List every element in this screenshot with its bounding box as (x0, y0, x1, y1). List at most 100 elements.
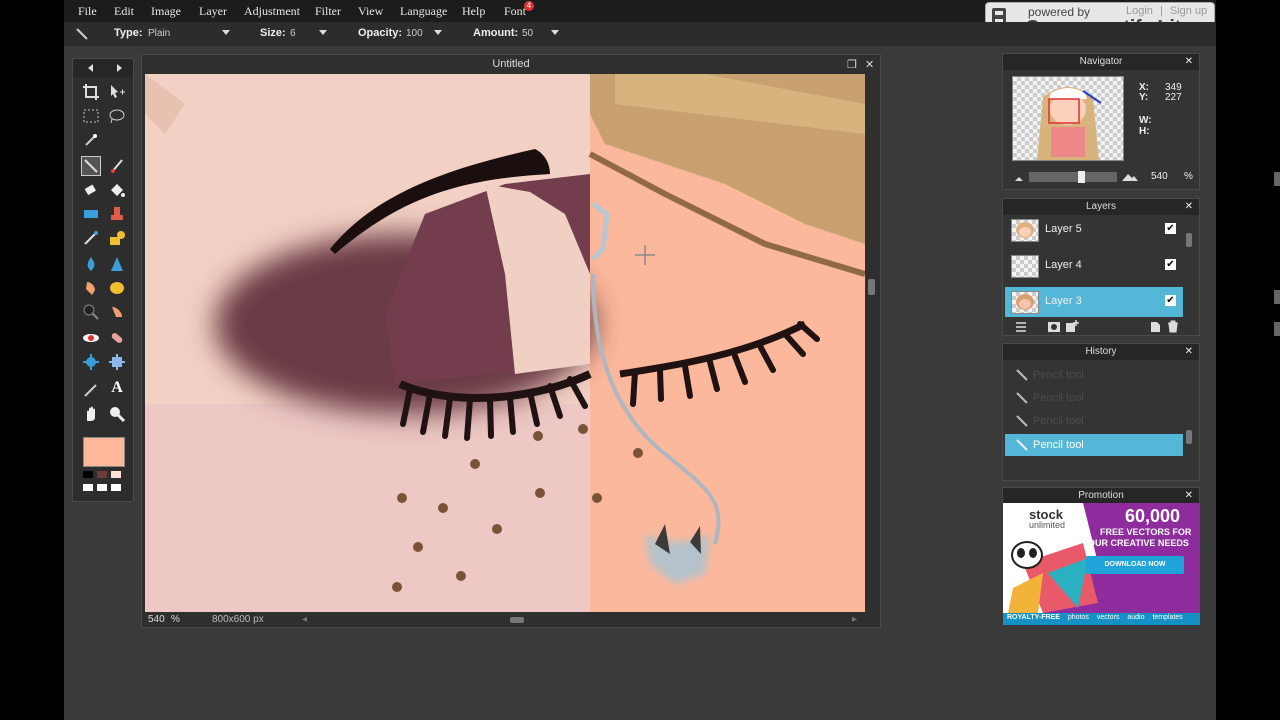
horizontal-scroll-thumb[interactable] (510, 617, 524, 623)
palette-swatch[interactable] (97, 471, 107, 478)
new-layer-icon[interactable] (1149, 320, 1161, 333)
layer-visibility-checkbox[interactable]: ✔ (1165, 295, 1176, 306)
promo-footer-templates[interactable]: templates (1152, 614, 1182, 621)
clone-stamp-icon[interactable] (108, 205, 126, 223)
layer-name[interactable]: Layer 3 (1045, 295, 1082, 307)
menu-language[interactable]: Language (400, 4, 447, 19)
zoom-in-icon[interactable] (1121, 172, 1139, 182)
history-item[interactable]: Pencil tool (1005, 434, 1183, 456)
marquee-icon[interactable] (82, 107, 100, 125)
menu-help[interactable]: Help (462, 4, 485, 19)
menu-file[interactable]: File (78, 4, 97, 19)
navigator-thumbnail[interactable] (1012, 76, 1124, 161)
layers-scroll-thumb[interactable] (1186, 233, 1192, 247)
collapse-left-icon[interactable] (88, 64, 93, 72)
image-canvas[interactable] (145, 74, 865, 612)
history-scrollbar[interactable] (1186, 364, 1192, 459)
layer-visibility-checkbox[interactable]: ✔ (1165, 223, 1176, 234)
palette-swatch[interactable] (111, 471, 121, 478)
watermark-login[interactable]: Login (1126, 5, 1153, 17)
opacity-value[interactable]: 100 (406, 28, 423, 39)
history-item[interactable]: Pencil tool (1005, 364, 1183, 386)
color-picker-icon[interactable] (82, 381, 100, 399)
layer-visibility-checkbox[interactable]: ✔ (1165, 259, 1176, 270)
sharpen-icon[interactable] (108, 255, 126, 273)
type-dropdown-icon[interactable] (222, 30, 230, 35)
layer-row[interactable]: Layer 3 ✔ (1005, 287, 1183, 317)
menu-adjustment[interactable]: Adjustment (244, 4, 300, 19)
close-icon[interactable]: ✕ (865, 58, 874, 71)
close-icon[interactable]: ✕ (1185, 488, 1193, 504)
trash-icon[interactable] (1167, 320, 1179, 333)
palette-swatch[interactable] (97, 484, 107, 491)
menu-view[interactable]: View (358, 4, 383, 19)
history-scroll-thumb[interactable] (1186, 430, 1192, 444)
vertical-scrollbar[interactable] (868, 74, 876, 612)
bloat-icon[interactable] (82, 353, 100, 371)
close-icon[interactable]: ✕ (1185, 199, 1193, 215)
promo-footer-photos[interactable]: photos (1068, 614, 1089, 621)
layer-settings-icon[interactable] (1015, 322, 1027, 332)
paint-bucket-icon[interactable] (108, 181, 126, 199)
menu-image[interactable]: Image (151, 4, 181, 19)
spot-heal-icon[interactable] (108, 329, 126, 347)
lasso-icon[interactable] (108, 107, 126, 125)
promo-footer-audio[interactable]: audio (1127, 614, 1144, 621)
menu-font[interactable]: Font 4 (504, 1, 535, 19)
scroll-left-icon[interactable]: ◂ (302, 614, 307, 625)
size-dropdown-icon[interactable] (319, 30, 327, 35)
layer-row[interactable]: Layer 5 ✔ (1005, 215, 1183, 245)
menu-edit[interactable]: Edit (114, 4, 134, 19)
blur-icon[interactable] (82, 255, 100, 273)
hand-icon[interactable] (82, 405, 100, 423)
palette-swatch[interactable] (111, 484, 121, 491)
menu-layer[interactable]: Layer (199, 4, 227, 19)
layer-mask-icon[interactable] (1047, 321, 1061, 333)
layer-name[interactable]: Layer 4 (1045, 259, 1082, 271)
size-value[interactable]: 6 (290, 28, 296, 39)
pencil-tool-icon[interactable] (81, 156, 101, 176)
close-icon[interactable]: ✕ (1185, 344, 1193, 360)
drawing-icon[interactable] (108, 229, 126, 247)
dodge-icon[interactable] (82, 303, 100, 321)
layer-row[interactable]: Layer 4 ✔ (1005, 251, 1183, 281)
maximize-icon[interactable]: ❐ (847, 58, 857, 71)
watermark-signup[interactable]: Sign up (1170, 5, 1207, 17)
palette-swatch[interactable] (83, 471, 93, 478)
type-tool-icon[interactable]: A (108, 379, 126, 397)
palette-swatch[interactable] (83, 484, 93, 491)
smudge-icon[interactable] (82, 279, 100, 297)
history-item[interactable]: Pencil tool (1005, 410, 1183, 432)
close-icon[interactable]: ✕ (1185, 54, 1193, 70)
zoom-slider[interactable] (1029, 171, 1117, 183)
color-replace-icon[interactable] (82, 229, 100, 247)
vertical-scroll-thumb[interactable] (868, 279, 875, 295)
navigator-zoom-value[interactable]: 540 (1151, 171, 1168, 182)
sponge-icon[interactable] (108, 279, 126, 297)
layers-scrollbar[interactable] (1186, 219, 1192, 309)
zoom-slider-thumb[interactable] (1078, 171, 1085, 183)
expand-right-icon[interactable] (117, 64, 122, 72)
eraser-icon[interactable] (82, 181, 100, 199)
red-eye-icon[interactable] (82, 329, 100, 347)
crop-icon[interactable] (82, 83, 100, 101)
gradient-icon[interactable] (82, 205, 100, 223)
download-now-button[interactable]: DOWNLOAD NOW (1086, 556, 1184, 574)
opacity-dropdown-icon[interactable] (434, 30, 442, 35)
amount-value[interactable]: 50 (522, 28, 533, 39)
zoom-icon[interactable] (108, 405, 126, 423)
type-select[interactable]: Plain (148, 28, 170, 39)
layer-style-icon[interactable] (1065, 320, 1079, 333)
move-icon[interactable] (108, 83, 126, 101)
history-item[interactable]: Pencil tool (1005, 387, 1183, 409)
primary-color-swatch[interactable] (83, 437, 125, 467)
promotion-ad[interactable]: stock unlimited 60,000 FREE VECTORS FOR … (1003, 503, 1200, 625)
layer-name[interactable]: Layer 5 (1045, 223, 1082, 235)
burn-icon[interactable] (108, 303, 126, 321)
promo-footer-vectors[interactable]: vectors (1097, 614, 1120, 621)
menu-filter[interactable]: Filter (315, 4, 341, 19)
pinch-icon[interactable] (108, 353, 126, 371)
scroll-right-icon[interactable]: ▸ (852, 614, 857, 625)
zoom-out-icon[interactable] (1013, 174, 1025, 182)
magic-wand-icon[interactable] (82, 131, 100, 149)
